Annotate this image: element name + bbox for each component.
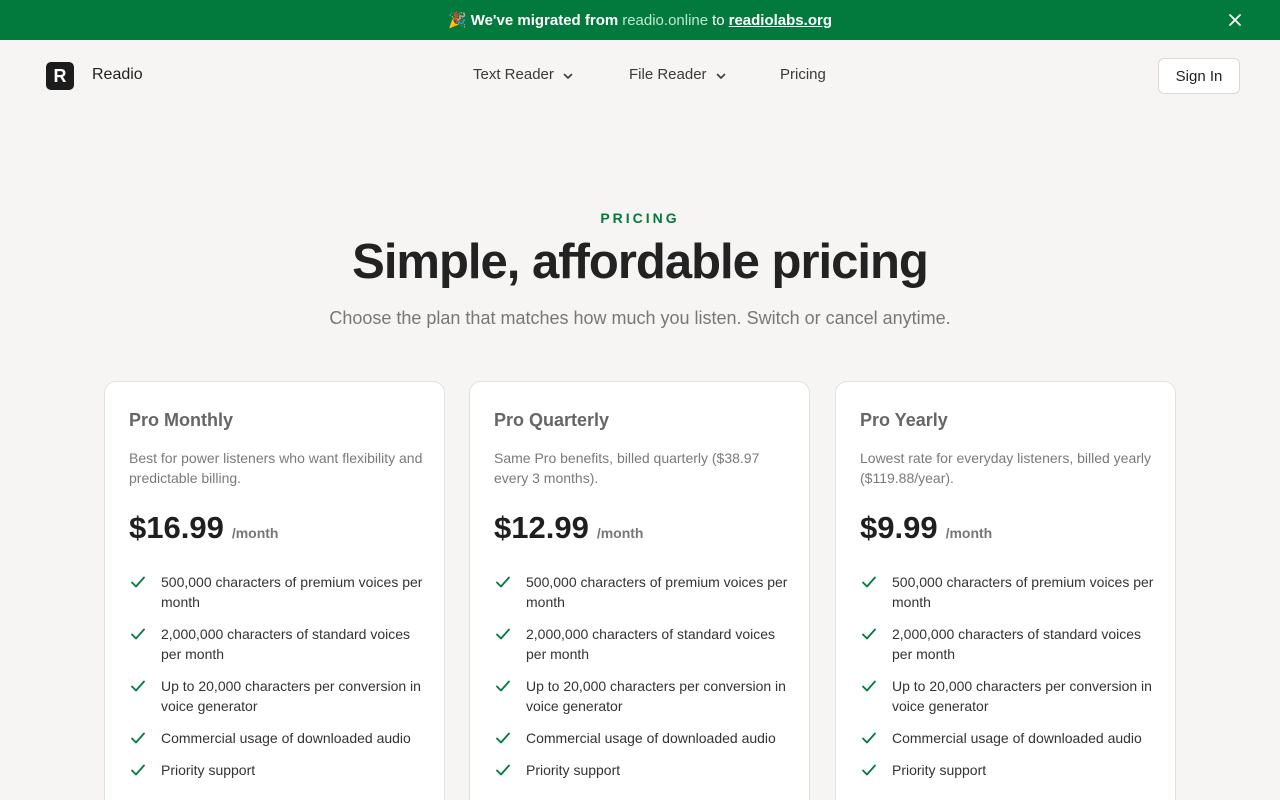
feature-text: Priority support: [892, 762, 987, 778]
feature-item: Up to 20,000 characters per conversion i…: [494, 676, 794, 716]
plan-card-quarterly: Pro Quarterly Same Pro benefits, billed …: [469, 381, 810, 800]
feature-list: 500,000 characters of premium voices per…: [129, 572, 429, 792]
section-eyebrow: PRICING: [600, 210, 680, 226]
nav-text-reader[interactable]: Text Reader: [473, 66, 574, 83]
feature-item: Priority support: [494, 760, 794, 780]
brand-name[interactable]: Readio: [92, 66, 143, 84]
plan-price-row: $16.99 /month: [129, 510, 278, 546]
feature-text: Commercial usage of downloaded audio: [526, 730, 776, 746]
feature-item: Priority support: [129, 760, 429, 780]
party-icon: 🎉: [448, 12, 467, 29]
check-icon: [494, 625, 512, 643]
page-title: Simple, affordable pricing: [352, 235, 929, 289]
announcement-banner: 🎉 We've migrated from readio.online to r…: [0, 0, 1280, 40]
logo-icon[interactable]: R: [46, 62, 74, 90]
check-icon: [129, 761, 147, 779]
feature-item: 2,000,000 characters of standard voices …: [494, 624, 794, 664]
banner-to-text: to: [712, 11, 725, 29]
feature-item: 500,000 characters of premium voices per…: [860, 572, 1160, 612]
nav-file-reader[interactable]: File Reader: [629, 66, 727, 83]
feature-item: Up to 20,000 characters per conversion i…: [129, 676, 429, 716]
feature-item: Commercial usage of downloaded audio: [860, 728, 1160, 748]
feature-item: Commercial usage of downloaded audio: [129, 728, 429, 748]
check-icon: [860, 573, 878, 591]
site-header: R Readio Text Reader File Reader Pricing…: [0, 40, 1280, 112]
feature-text: 2,000,000 characters of standard voices …: [892, 626, 1142, 662]
feature-item: Commercial usage of downloaded audio: [494, 728, 794, 748]
check-icon: [494, 677, 512, 695]
feature-list: 500,000 characters of premium voices per…: [860, 572, 1160, 792]
feature-list: 500,000 characters of premium voices per…: [494, 572, 794, 792]
plan-name: Pro Monthly: [129, 410, 233, 430]
plan-period: /month: [596, 525, 644, 541]
feature-text: 2,000,000 characters of standard voices …: [161, 626, 411, 662]
check-icon: [129, 677, 147, 695]
plan-card-monthly: Pro Monthly Best for power listeners who…: [104, 381, 445, 800]
chevron-down-icon: [562, 69, 574, 81]
check-icon: [129, 573, 147, 591]
feature-item: 500,000 characters of premium voices per…: [129, 572, 429, 612]
feature-item: Priority support: [860, 760, 1160, 780]
check-icon: [494, 573, 512, 591]
plan-period: /month: [231, 525, 279, 541]
check-icon: [494, 729, 512, 747]
banner-old-domain: readio.online: [622, 11, 709, 29]
feature-text: 500,000 characters of premium voices per…: [161, 574, 423, 610]
close-icon[interactable]: [1226, 11, 1244, 29]
plan-description: Same Pro benefits, billed quarterly ($38…: [494, 450, 760, 486]
check-icon: [494, 761, 512, 779]
chevron-down-icon: [715, 69, 727, 81]
check-icon: [860, 677, 878, 695]
plan-price-row: $12.99 /month: [494, 510, 643, 546]
logo-letter: R: [53, 65, 67, 86]
plan-price: $16.99: [129, 510, 224, 545]
banner-new-domain-link[interactable]: readiolabs.org: [729, 12, 832, 29]
page-subtitle: Choose the plan that matches how much yo…: [329, 308, 951, 328]
check-icon: [860, 729, 878, 747]
nav-file-reader-label: File Reader: [629, 66, 707, 83]
plan-name: Pro Yearly: [860, 410, 948, 430]
feature-text: Up to 20,000 characters per conversion i…: [161, 678, 421, 714]
plan-name: Pro Quarterly: [494, 410, 610, 430]
feature-text: 500,000 characters of premium voices per…: [526, 574, 788, 610]
check-icon: [860, 761, 878, 779]
feature-item: Up to 20,000 characters per conversion i…: [860, 676, 1160, 716]
feature-text: Priority support: [526, 762, 621, 778]
check-icon: [129, 729, 147, 747]
feature-item: 2,000,000 characters of standard voices …: [129, 624, 429, 664]
plan-price: $12.99: [494, 510, 589, 545]
sign-in-button[interactable]: Sign In: [1158, 58, 1240, 94]
feature-item: 2,000,000 characters of standard voices …: [860, 624, 1160, 664]
plan-description: Best for power listeners who want flexib…: [129, 450, 423, 486]
banner-lead-text: We've migrated from: [470, 11, 619, 29]
feature-item: 500,000 characters of premium voices per…: [494, 572, 794, 612]
feature-text: Priority support: [161, 762, 256, 778]
check-icon: [129, 625, 147, 643]
feature-text: 500,000 characters of premium voices per…: [892, 574, 1154, 610]
nav-text-reader-label: Text Reader: [473, 66, 554, 83]
feature-text: Commercial usage of downloaded audio: [892, 730, 1142, 746]
feature-text: Up to 20,000 characters per conversion i…: [526, 678, 786, 714]
plan-price-row: $9.99 /month: [860, 510, 992, 546]
feature-text: 2,000,000 characters of standard voices …: [526, 626, 776, 662]
plan-card-yearly: Pro Yearly Lowest rate for everyday list…: [835, 381, 1176, 800]
feature-text: Commercial usage of downloaded audio: [161, 730, 411, 746]
plan-period: /month: [945, 525, 993, 541]
nav-pricing[interactable]: Pricing: [780, 66, 826, 83]
plan-description: Lowest rate for everyday listeners, bill…: [860, 450, 1152, 486]
plan-price: $9.99: [860, 510, 938, 545]
feature-text: Up to 20,000 characters per conversion i…: [892, 678, 1152, 714]
nav-pricing-label: Pricing: [780, 66, 826, 83]
check-icon: [860, 625, 878, 643]
